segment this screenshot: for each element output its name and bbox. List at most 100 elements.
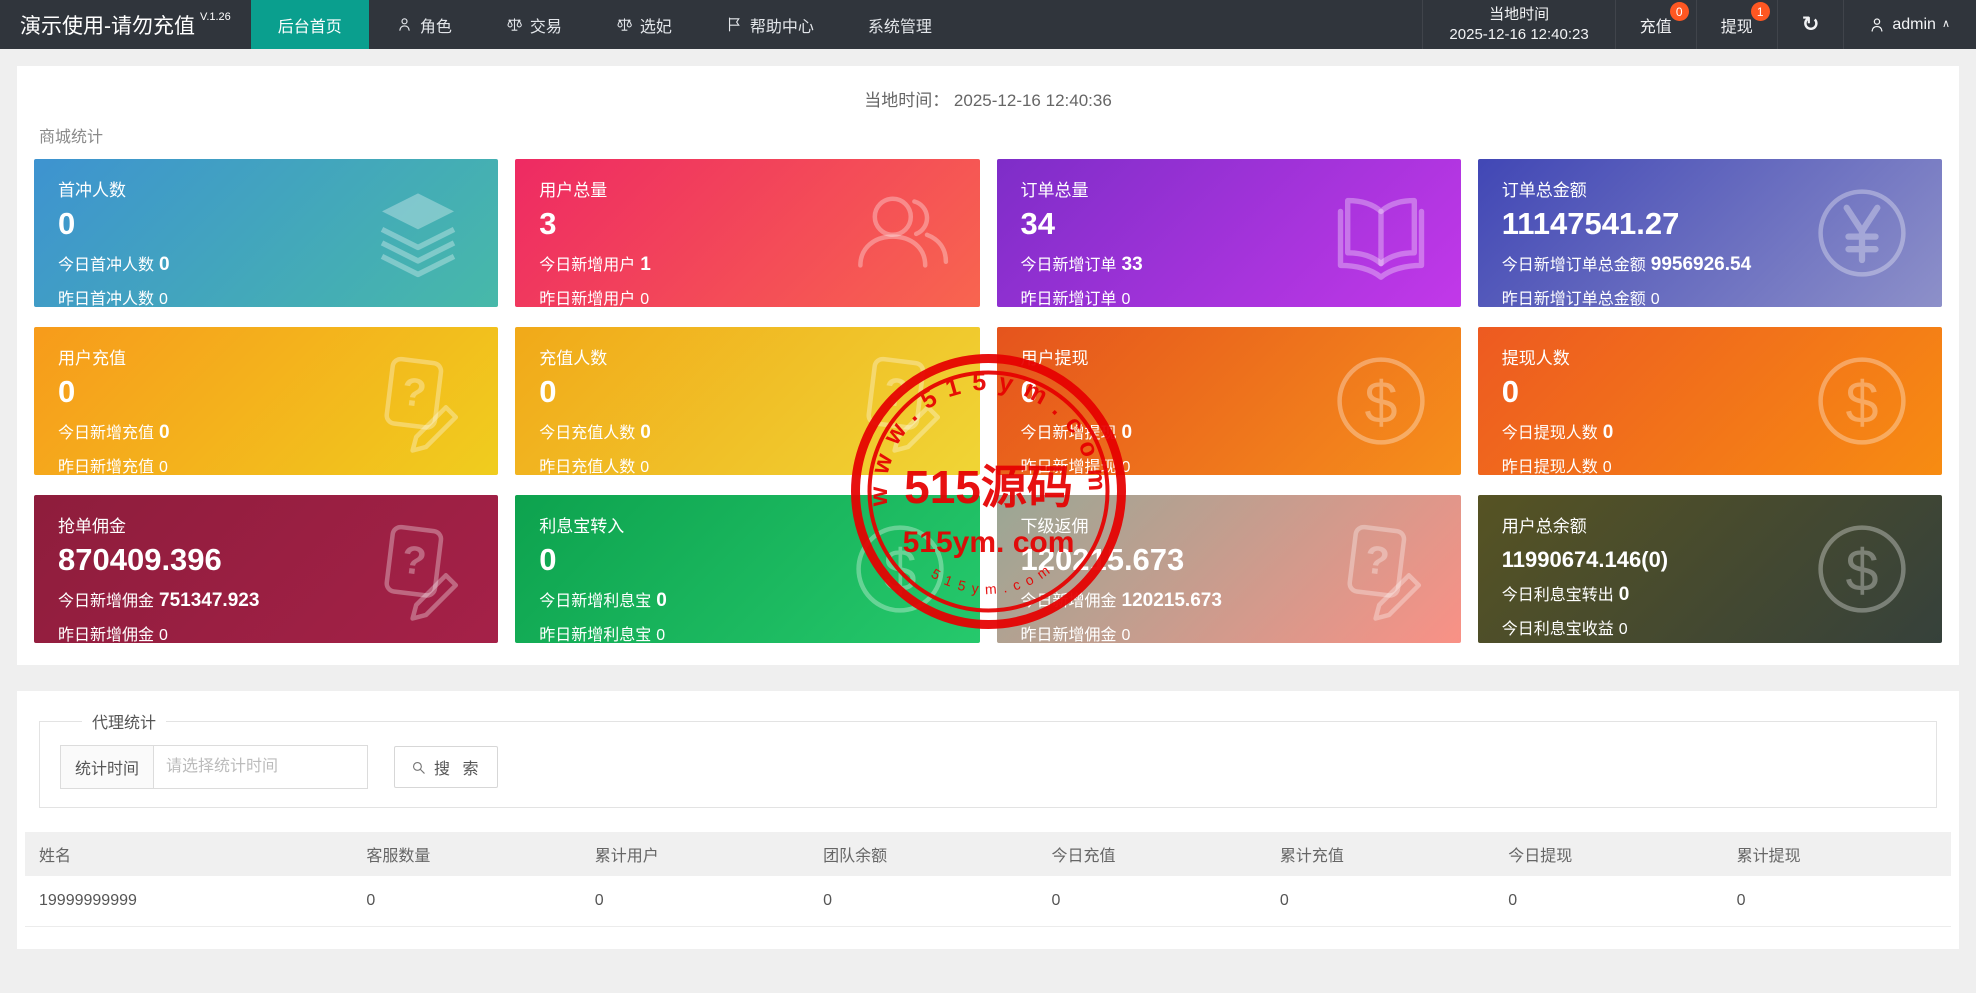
nav-item-label: 后台首页	[277, 18, 342, 36]
shop-stats-panel: 当地时间： 2025-12-16 12:40:36 商城统计 首冲人数 0 今日…	[17, 66, 1959, 665]
nav-item-system[interactable]: 系统管理	[841, 0, 959, 49]
card-yesterday-value: 0	[159, 290, 168, 307]
card-yesterday-label: 昨日新增订单	[1020, 290, 1117, 307]
withdraw-badge: 1	[1750, 2, 1770, 21]
flag-icon	[726, 16, 743, 33]
card-yesterday-value: 0	[640, 290, 650, 307]
card-today-value: 0	[640, 421, 651, 443]
topbar-local-time: 当地时间 2025-12-16 12:40:23	[1422, 0, 1614, 49]
stat-card-user-withdraw: 用户提现 0 今日新增提现 0 昨日新增提现 0 $	[996, 327, 1461, 475]
column-header: 今日提现	[1494, 832, 1723, 876]
withdraw-label: 提现	[1720, 18, 1753, 36]
card-yesterday-line: 昨日新增充值 0	[58, 453, 474, 475]
table-row: 19999999999 0 0 0 0 0 0 0	[25, 876, 1951, 927]
local-time-line: 当地时间： 2025-12-16 12:40:36	[864, 91, 1112, 110]
person-icon	[396, 16, 413, 33]
search-button[interactable]: 搜 索	[394, 746, 499, 788]
card-today-label: 今日首冲人数	[58, 256, 155, 274]
nav-item-trade[interactable]: 交易	[479, 0, 589, 49]
dollar-icon: $	[1808, 515, 1916, 623]
stat-card-recharge-users: 充值人数 0 今日充值人数 0 昨日充值人数 0 ?	[515, 327, 980, 475]
table-cell: 19999999999	[25, 876, 353, 927]
column-header: 今日充值	[1037, 832, 1266, 876]
dollar-icon: $	[1327, 347, 1435, 455]
card-yesterday-line: 昨日提现人数 0	[1502, 453, 1918, 475]
stat-time-group: 统计时间	[60, 745, 369, 789]
agent-table: 姓名 客服数量 累计用户 团队余额 今日充值 累计充值 今日提现 累计提现 199999999…	[25, 832, 1951, 927]
book-icon	[1327, 179, 1435, 287]
nav-item-label: 交易	[529, 18, 562, 36]
card-today-label: 今日新增订单	[1020, 256, 1117, 274]
table-cell: 0	[1494, 876, 1723, 927]
table-cell: 0	[352, 876, 581, 927]
card-yesterday-value: 0	[159, 458, 168, 475]
nav-item-home[interactable]: 后台首页	[250, 0, 369, 49]
card-yesterday-line: 昨日首冲人数 0	[58, 285, 474, 307]
edit-doc-icon: ?	[364, 515, 472, 623]
edit-doc-icon: ?	[1327, 515, 1435, 623]
card-today-value: 33	[1121, 253, 1143, 275]
card-yesterday-line: 昨日新增佣金 0	[58, 621, 474, 643]
recharge-button[interactable]: 充值 0	[1614, 0, 1696, 49]
svg-text:?: ?	[1362, 538, 1391, 585]
stat-card-order-commission: 抢单佣金 870409.396 今日新增佣金 751347.923 昨日新增佣金 0…	[34, 495, 499, 643]
card-yesterday-value: 0	[1121, 290, 1131, 307]
card-today-value: 0	[159, 253, 170, 275]
card-yesterday-value: 0	[1650, 290, 1660, 307]
search-button-label: 搜 索	[434, 761, 483, 778]
svg-text:$: $	[883, 537, 916, 604]
card-today-value: 1	[640, 253, 651, 275]
svg-text:?: ?	[881, 370, 910, 417]
card-yesterday-label: 今日利息宝收益	[1501, 621, 1614, 639]
column-header: 累计提现	[1722, 832, 1951, 876]
column-header: 累计充值	[1265, 832, 1495, 876]
table-cell: 0	[1722, 876, 1951, 927]
card-yesterday-label: 昨日新增订单总金额	[1501, 290, 1646, 307]
card-yesterday-line: 昨日新增利息宝 0	[539, 621, 955, 643]
recharge-badge: 0	[1669, 2, 1689, 21]
user-menu[interactable]: admin ∧	[1843, 0, 1976, 49]
main-nav: 后台首页 角色 交易 选妃 帮助中心 系统管理	[250, 0, 959, 49]
svg-text:$: $	[1845, 537, 1878, 604]
edit-doc-icon: ?	[364, 347, 472, 455]
nav-item-label: 系统管理	[867, 18, 932, 36]
card-today-label: 今日充值人数	[539, 424, 636, 442]
card-today-label: 今日提现人数	[1501, 424, 1598, 442]
nav-item-label: 角色	[419, 18, 452, 36]
brand-title: 演示使用-请勿充值 V.1.26	[0, 0, 251, 49]
column-header: 姓名	[25, 832, 353, 876]
card-today-value: 0	[159, 421, 170, 443]
nav-item-roles[interactable]: 角色	[369, 0, 479, 49]
svg-text:$: $	[1364, 369, 1397, 436]
stat-card-user-balance: 用户总余额 11990674.146(0) 今日利息宝转出 0 今日利息宝收益 0 …	[1477, 495, 1942, 643]
card-today-value: 120215.673	[1121, 589, 1222, 611]
card-today-label: 今日新增利息宝	[539, 592, 652, 610]
card-yesterday-line: 昨日新增提现 0	[1021, 453, 1437, 475]
topbar-right: 当地时间 2025-12-16 12:40:23 充值 0 提现 1 ↻ adm…	[1422, 0, 1976, 49]
refresh-icon: ↻	[1801, 13, 1820, 36]
stats-grid: 首冲人数 0 今日首冲人数 0 昨日首冲人数 0 用户总量 3 今日新增用户 1 昨日…	[34, 159, 1942, 643]
card-yesterday-value: 0	[1121, 626, 1131, 643]
nav-item-help[interactable]: 帮助中心	[699, 0, 841, 49]
user-icon	[1868, 16, 1886, 34]
withdraw-button[interactable]: 提现 1	[1695, 0, 1777, 49]
agent-stats-fieldset: 代理统计 统计时间 搜 索	[39, 709, 1937, 808]
card-today-value: 0	[1602, 421, 1614, 443]
svg-text:$: $	[1845, 369, 1878, 436]
scales-icon	[506, 16, 523, 33]
local-time-value: 2025-12-16 12:40:23	[1449, 25, 1589, 43]
svg-text:?: ?	[399, 370, 428, 417]
column-header: 客服数量	[352, 832, 581, 876]
card-today-value: 751347.923	[159, 589, 260, 611]
card-today-value: 0	[1618, 584, 1630, 606]
refresh-button[interactable]: ↻	[1776, 0, 1844, 49]
nav-item-xuanfei[interactable]: 选妃	[589, 0, 699, 49]
card-yesterday-label: 昨日提现人数	[1501, 458, 1598, 475]
brand-version: V.1.26	[200, 10, 231, 23]
card-yesterday-label: 昨日新增佣金	[1020, 626, 1117, 643]
agent-table-body: 19999999999 0 0 0 0 0 0 0	[25, 876, 1951, 927]
card-yesterday-value: 0	[159, 626, 168, 643]
card-yesterday-label: 昨日新增用户	[539, 290, 636, 307]
stat-time-input[interactable]	[154, 745, 369, 789]
card-yesterday-line: 昨日新增订单总金额 0	[1502, 285, 1918, 307]
